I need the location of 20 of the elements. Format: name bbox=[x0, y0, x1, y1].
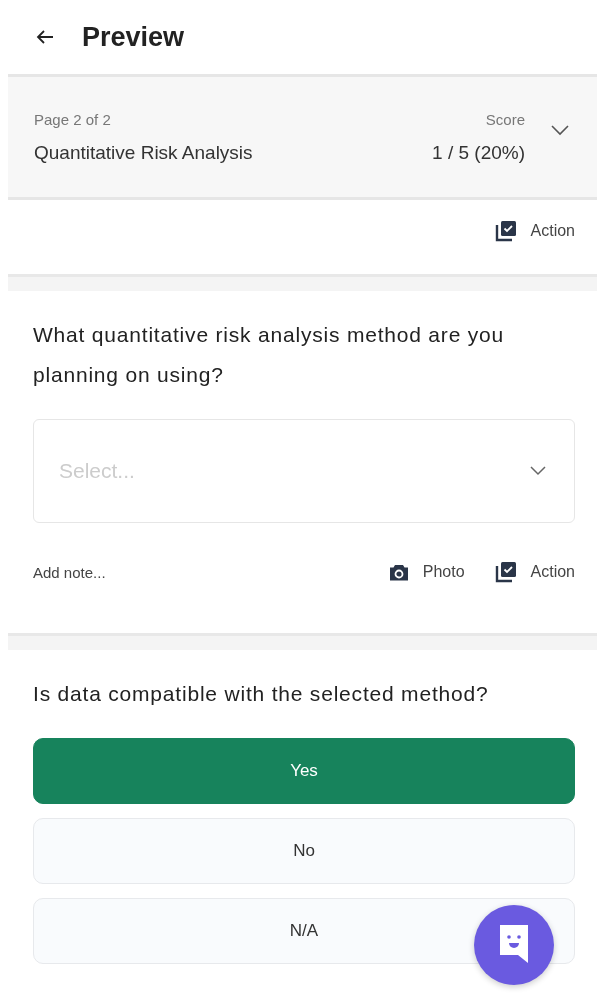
answer-option[interactable]: Yes bbox=[33, 738, 575, 804]
checkbox-stack-icon bbox=[494, 220, 517, 242]
page-indicator: Page 2 of 2 bbox=[34, 110, 112, 128]
page-summary-panel[interactable]: Page 2 of 2 Quantitative Risk Analysis Score 1 / 5 (20%) bbox=[8, 74, 597, 200]
action-button[interactable]: Action bbox=[494, 561, 575, 583]
section-title: Quantitative Risk Analysis bbox=[34, 141, 254, 164]
score-label: Score bbox=[485, 110, 525, 128]
chevron-icon bbox=[530, 466, 546, 476]
action-button[interactable]: Action bbox=[494, 220, 575, 242]
page-title: Preview bbox=[82, 21, 185, 53]
checkbox-stack-icon bbox=[494, 561, 517, 583]
add-note-link[interactable]: Add note... bbox=[33, 563, 359, 581]
question-text: Is data compatible with the selected method? bbox=[33, 681, 490, 707]
camera-icon bbox=[388, 563, 409, 581]
chevron-icon[interactable] bbox=[551, 124, 569, 136]
back-arrow-icon[interactable] bbox=[36, 29, 54, 45]
photo-button[interactable]: Photo bbox=[388, 563, 465, 581]
question-text: What quantitative risk analysis method are you planning on using? bbox=[33, 322, 505, 388]
score-value: 1 / 5 (20%) bbox=[432, 141, 525, 164]
answer-option[interactable]: No bbox=[33, 818, 575, 884]
